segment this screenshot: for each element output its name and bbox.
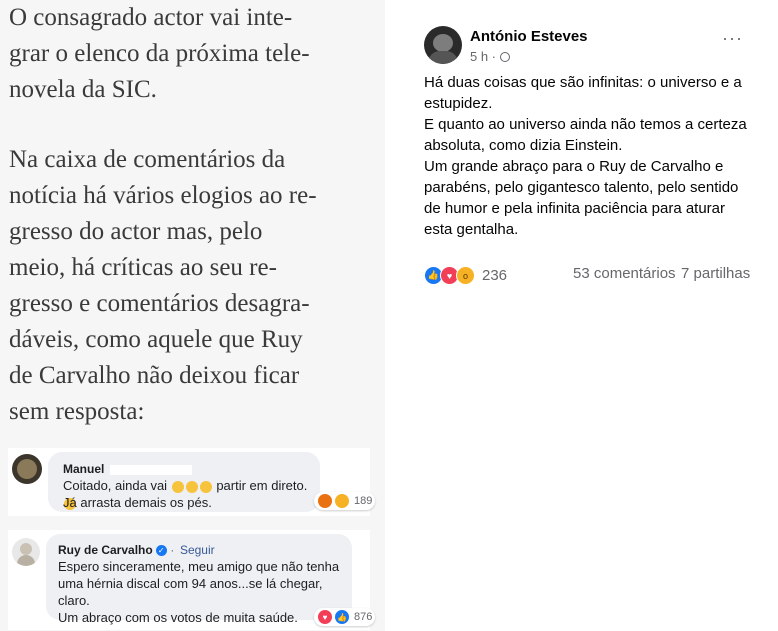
love-icon: ♥	[317, 609, 333, 625]
like-icon: 👍	[334, 609, 350, 625]
comment-card-manuel: Manuel Coitado, ainda vai partir em dire…	[8, 448, 376, 516]
shares-count-link[interactable]: 7 partilhas	[681, 265, 750, 282]
redacted-name-block	[110, 464, 193, 475]
post-stats: 👍 ♥ o 236 53 comentários 7 partilhas	[424, 264, 754, 286]
wow-icon: o	[456, 266, 475, 285]
article-paragraph-1: O consagrado actor vai inte- grar o elen…	[9, 4, 310, 103]
angry-icon	[317, 493, 333, 509]
reaction-count: 236	[482, 267, 508, 284]
post-meta: 5 h ·	[470, 49, 511, 64]
post-paragraph: E quanto ao universo ainda não temos a c…	[424, 116, 747, 154]
reaction-count: 189	[354, 495, 373, 507]
post-paragraph: Um grande abraço para o Ruy de Carvalho …	[424, 158, 739, 238]
comment-bubble: Ruy de Carvalho ✓ · Seguir Espero sincera…	[46, 534, 352, 625]
sad-icon	[334, 493, 350, 509]
comment-author[interactable]: Manuel	[63, 462, 104, 476]
avatar[interactable]	[424, 26, 462, 64]
emoji-icon	[171, 480, 184, 493]
article-text: O consagrado actor vai inte- grar o elen…	[9, 0, 379, 430]
comments-count-link[interactable]: 53 comentários	[573, 265, 676, 282]
post-body: Há duas coisas que são infinitas: o univ…	[424, 72, 754, 240]
more-options-button[interactable]: ···	[722, 28, 743, 49]
verified-badge-icon: ✓	[155, 545, 167, 557]
follow-link[interactable]: Seguir	[180, 543, 215, 557]
emoji-icon	[185, 480, 198, 493]
comment-text: Espero sinceramente, meu amigo que não t…	[58, 559, 340, 625]
comment-author[interactable]: Ruy de Carvalho	[58, 543, 153, 557]
comment-reactions[interactable]: 189	[314, 492, 376, 510]
globe-icon	[500, 51, 511, 62]
post-reactions[interactable]: 👍 ♥ o 236	[424, 266, 507, 285]
reaction-count: 876	[354, 611, 373, 623]
comment-card-ruy: Ruy de Carvalho ✓ · Seguir Espero sincera…	[8, 530, 376, 630]
comment-text-part: Coitado, ainda vai	[63, 478, 168, 493]
article-panel: O consagrado actor vai inte- grar o elen…	[0, 0, 385, 631]
comment-bubble: Manuel Coitado, ainda vai partir em dire…	[48, 452, 320, 512]
avatar[interactable]	[12, 454, 42, 484]
post-paragraph: Há duas coisas que são infinitas: o univ…	[424, 74, 742, 112]
comment-text-part: Já arrasta demais os pés.	[63, 495, 212, 510]
article-paragraph-2: Na caixa de comentários da notícia há vá…	[9, 146, 317, 425]
avatar[interactable]	[12, 538, 40, 566]
post-author[interactable]: António Esteves	[470, 28, 588, 45]
comment-text-part: partir em direto.	[216, 478, 308, 493]
comment-reactions[interactable]: ♥ 👍 876	[314, 608, 376, 626]
emoji-icon	[199, 480, 212, 493]
post-time[interactable]: 5 h ·	[470, 49, 496, 64]
